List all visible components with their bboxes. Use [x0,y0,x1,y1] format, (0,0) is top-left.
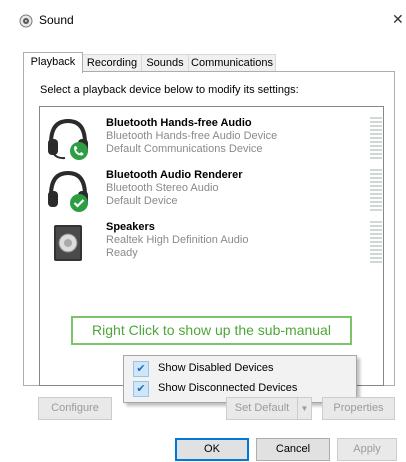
device-name: Speakers [106,221,155,233]
device-description: Realtek High Definition Audio [106,234,249,246]
device-description: Bluetooth Stereo Audio [106,182,219,194]
speaker-icon [54,225,82,261]
close-icon[interactable]: ✕ [392,11,404,28]
device-status: Default Communications Device [106,143,263,155]
configure-button[interactable]: Configure [38,397,112,420]
cancel-button[interactable]: Cancel [256,438,330,461]
checkmark-icon: ✔ [133,381,149,397]
device-item[interactable]: Bluetooth Audio Renderer Bluetooth Stere… [40,163,383,217]
volume-meter [370,117,382,161]
tab-playback[interactable]: Playback [23,52,83,73]
playback-panel: Select a playback device below to modify… [23,71,395,403]
menu-item-label: Show Disabled Devices [158,362,274,374]
window-title: Sound [39,13,74,27]
set-default-button[interactable]: Set Default [226,397,298,420]
menu-item-show-disabled[interactable]: ✔ Show Disabled Devices [124,359,356,379]
instruction-text: Select a playback device below to modify… [40,84,299,96]
ok-button[interactable]: OK [175,438,249,461]
properties-button[interactable]: Properties [322,397,395,420]
menu-item-show-disconnected[interactable]: ✔ Show Disconnected Devices [124,379,356,399]
device-status: Default Device [106,195,178,207]
headset-phone-icon [48,118,88,160]
device-item[interactable]: Bluetooth Hands-free Audio Bluetooth Han… [40,111,383,165]
headset-check-icon [48,170,88,212]
annotation-callout: Right Click to show up the sub-manual [71,316,352,345]
checkmark-icon: ✔ [133,361,149,377]
device-description: Bluetooth Hands-free Audio Device [106,130,278,142]
speaker-icon [19,14,33,28]
apply-button[interactable]: Apply [337,438,397,461]
tab-recording[interactable]: Recording [82,54,142,72]
device-item[interactable]: Speakers Realtek High Definition Audio R… [40,215,383,269]
device-name: Bluetooth Audio Renderer [106,169,243,181]
device-status: Ready [106,247,138,259]
menu-item-label: Show Disconnected Devices [158,382,298,394]
context-menu: ✔ Show Disabled Devices ✔ Show Disconnec… [123,355,357,403]
volume-meter [370,169,382,213]
tab-communications[interactable]: Communications [188,54,276,72]
chevron-down-icon[interactable]: ▼ [297,397,312,420]
tab-sounds[interactable]: Sounds [141,54,189,72]
volume-meter [370,221,382,265]
title-bar: Sound ✕ [0,0,406,34]
device-name: Bluetooth Hands-free Audio [106,117,252,129]
